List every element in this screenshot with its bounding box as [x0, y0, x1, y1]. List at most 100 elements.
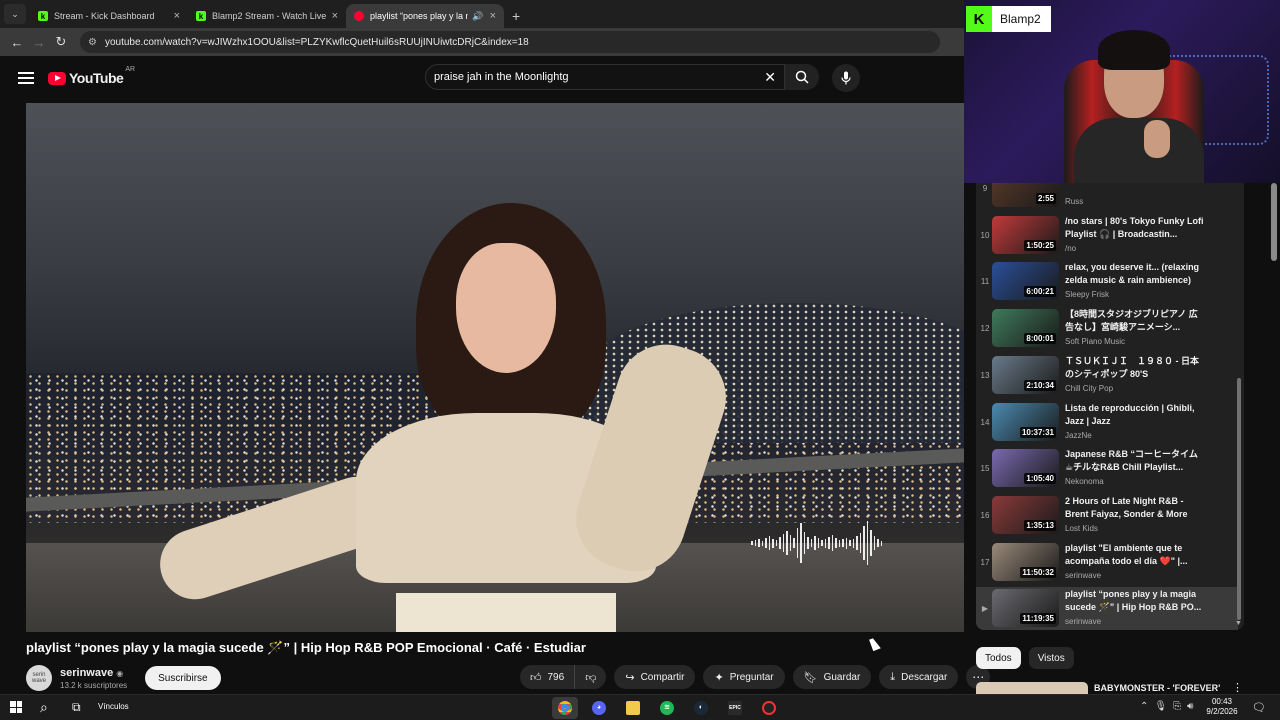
playlist-item[interactable]: 15 1:05:40 Japanese R&B “コーヒータイム☕チルなR&B Ch… — [976, 447, 1238, 493]
search-icon — [795, 70, 809, 84]
tab-search-menu-button[interactable]: ⌄ — [4, 4, 26, 24]
back-arrow-icon[interactable]: ← — [6, 35, 28, 50]
file-explorer-taskbar-button[interactable] — [620, 697, 646, 719]
sparkle-icon: ✦ — [714, 671, 724, 684]
download-button[interactable]: ⤓ Descargar — [879, 665, 959, 689]
subject-face — [456, 243, 556, 373]
playlist-item-thumbnail[interactable]: 2:10:34 — [992, 355, 1059, 394]
spotify-taskbar-button[interactable]: ≋ — [654, 697, 680, 719]
playlist-item[interactable]: 92:55Video)Russ — [976, 183, 1238, 213]
playlist-item-channel: Soft Piano Music — [1065, 337, 1126, 347]
chrome-taskbar-button[interactable] — [552, 697, 578, 719]
dislike-button[interactable]: 👎︎ — [575, 665, 606, 689]
recommended-title[interactable]: BABYMONSTER - 'FOREVER' — [1094, 683, 1220, 693]
volume-icon[interactable]: 🔊︎ — [1187, 701, 1193, 712]
close-tab-icon[interactable]: × — [174, 10, 180, 22]
playlist-item-thumbnail[interactable]: 10:37:31 — [992, 402, 1059, 441]
taskbar-search-icon[interactable]: ⌕ — [40, 699, 48, 716]
audio-playing-icon[interactable]: 🔊 — [472, 11, 483, 22]
close-tab-icon[interactable]: × — [490, 10, 496, 22]
playlist-item-thumbnail[interactable]: 2:55 — [992, 183, 1059, 207]
playlist-item-title[interactable]: 2 Hours of Late Night R&B - Brent Faiyaz… — [1065, 495, 1205, 521]
playlist-item-title[interactable]: /no stars | 80's Tokyo Funky Lofi Playli… — [1065, 215, 1205, 241]
playlist-item-thumbnail[interactable]: 8:00:01 — [992, 309, 1059, 348]
playlist-item[interactable]: 12 8:00:01 【8時間スタジオジブリピアノ 広告なし】宮崎駿アニメーシ...… — [976, 307, 1238, 353]
like-button[interactable]: 👍︎ 796 — [520, 665, 576, 689]
waveform-bar — [786, 531, 788, 555]
browser-tab-kick-stream[interactable]: k Blamp2 Stream - Watch Live on × — [188, 4, 346, 28]
ask-button[interactable]: ✦ Preguntar — [703, 665, 785, 689]
spotify-icon: ≋ — [660, 701, 674, 715]
channel-name[interactable]: serinwave — [60, 667, 113, 679]
playlist-item[interactable]: ▶ 11:19:35 playlist “pones play y la magia… — [976, 587, 1238, 630]
epic-games-taskbar-button[interactable]: EPIC — [722, 697, 748, 719]
obs-taskbar-button[interactable] — [756, 697, 782, 719]
notification-icon[interactable]: 🗨︎ — [1252, 701, 1266, 714]
playlist-scrollbar[interactable] — [1237, 378, 1241, 620]
clear-search-icon[interactable]: ✕ — [764, 69, 776, 86]
playlist-item-title[interactable]: 【8時間スタジオジブリピアノ 広告なし】宮崎駿アニメーシ... — [1065, 308, 1205, 334]
recommended-video[interactable]: BABYMONSTER - 'FOREVER' ⋮ — [976, 680, 1266, 694]
playlist-item[interactable]: 10 1:50:25/no stars | 80's Tokyo Funky Lo… — [976, 214, 1238, 260]
chip-todos[interactable]: Todos — [976, 647, 1021, 669]
playlist-item[interactable]: 11 6:00:21 relax, you deserve it... (relax… — [976, 260, 1238, 306]
url-field[interactable]: ⚙ youtube.com/watch?v=wJIWzhx1OOU&list=P… — [80, 31, 940, 53]
recommended-thumbnail[interactable] — [976, 682, 1088, 694]
waveform-bar — [789, 535, 791, 551]
playlist-item-title[interactable]: ＴＳＵＫＩＪＩ １９８０ - 日本のシティポップ 80'S JAPANESE..… — [1065, 355, 1205, 381]
network-icon[interactable]: ⎘ — [1173, 701, 1181, 712]
browser-tab-youtube[interactable]: playlist “pones play y la ma 🔊 × — [346, 4, 504, 28]
forward-arrow-icon[interactable]: → — [28, 35, 50, 50]
playlist-item-thumbnail[interactable]: 6:00:21 — [992, 262, 1059, 301]
playlist-item[interactable]: 14 10:37:31 Lista de reproducción | Ghibli… — [976, 401, 1238, 447]
task-view-icon[interactable]: ⧉ — [72, 700, 81, 715]
scroll-down-icon[interactable]: ▼ — [1235, 620, 1242, 627]
channel-avatar[interactable]: serin wave — [26, 665, 52, 691]
search-query: praise jah in the Moonlightg — [434, 71, 569, 83]
playlist-item-thumbnail[interactable]: 1:50:25 — [992, 215, 1059, 254]
save-button[interactable]: 🔖︎ Guardar — [792, 665, 872, 689]
more-vertical-icon[interactable]: ⋮ — [1232, 681, 1243, 694]
playlist-item-title[interactable]: playlist "El ambiente que te acompaña to… — [1065, 542, 1205, 568]
search-input[interactable]: praise jah in the Moonlightg ✕ — [425, 64, 785, 90]
youtube-logo[interactable]: YouTube AR — [48, 66, 135, 86]
microphone-tray-icon[interactable]: 🎙︎ — [1154, 701, 1167, 712]
waveform-bar — [859, 533, 861, 553]
playlist-item-title[interactable]: relax, you deserve it... (relaxing zelda… — [1065, 261, 1205, 287]
streamer-hand — [1144, 120, 1170, 158]
menu-icon[interactable] — [18, 69, 34, 87]
steam-taskbar-button[interactable]: ◐ — [688, 697, 714, 719]
subscribe-button[interactable]: Suscribirse — [145, 666, 221, 690]
playlist-item-title[interactable]: playlist “pones play y la magia sucede 🪄… — [1065, 588, 1205, 614]
playlist-item-thumbnail[interactable]: 11:19:35 — [992, 589, 1059, 628]
playlist-item-thumbnail[interactable]: 1:35:13 — [992, 495, 1059, 534]
playlist-item-channel: serinwave — [1065, 570, 1102, 580]
reload-icon[interactable]: ↻ — [50, 34, 72, 50]
voice-search-button[interactable] — [832, 64, 860, 92]
windows-start-icon[interactable] — [10, 701, 22, 713]
playlist-item-title[interactable]: Lista de reproducción | Ghibli, Jazz | J… — [1065, 402, 1205, 428]
playlist-item-thumbnail[interactable]: 11:50:32 — [992, 542, 1059, 581]
playlist-item-thumbnail[interactable]: 1:05:40 — [992, 449, 1059, 488]
playlist-item-title[interactable]: Japanese R&B “コーヒータイム☕チルなR&B Chill Playl… — [1065, 448, 1205, 474]
browser-tab-kick-dashboard[interactable]: k Stream - Kick Dashboard × — [30, 4, 188, 28]
close-tab-icon[interactable]: × — [332, 10, 338, 22]
search-button[interactable] — [785, 64, 819, 90]
taskbar-links-label[interactable]: Vínculos — [98, 702, 129, 711]
tab-title: Blamp2 Stream - Watch Live on — [212, 11, 326, 21]
playlist-item[interactable]: 17 11:50:32 playlist "El ambiente que te a… — [976, 541, 1238, 587]
playlist-item[interactable]: 13 2:10:34 ＴＳＵＫＩＪＩ １９８０ - 日本のシティポップ 80'S J… — [976, 354, 1238, 400]
share-button[interactable]: ↪ Compartir — [614, 665, 696, 689]
playlist-item-duration: 11:50:32 — [1020, 566, 1056, 578]
video-player[interactable] — [26, 103, 964, 632]
site-info-icon[interactable]: ⚙ — [88, 37, 97, 48]
discord-taskbar-button[interactable]: ◕ — [586, 697, 612, 719]
waveform-bar — [761, 540, 763, 546]
chevron-up-icon[interactable]: ⌃ — [1140, 701, 1148, 712]
taskbar-clock[interactable]: 00:43 9/2/2026 — [1200, 697, 1244, 717]
page-scrollbar[interactable] — [1271, 183, 1277, 261]
playlist-item[interactable]: 16 1:35:13 2 Hours of Late Night R&B - Bre… — [976, 494, 1238, 540]
new-tab-button[interactable]: + — [512, 8, 520, 24]
waveform-bar — [835, 538, 837, 548]
chip-vistos[interactable]: Vistos — [1028, 647, 1074, 669]
